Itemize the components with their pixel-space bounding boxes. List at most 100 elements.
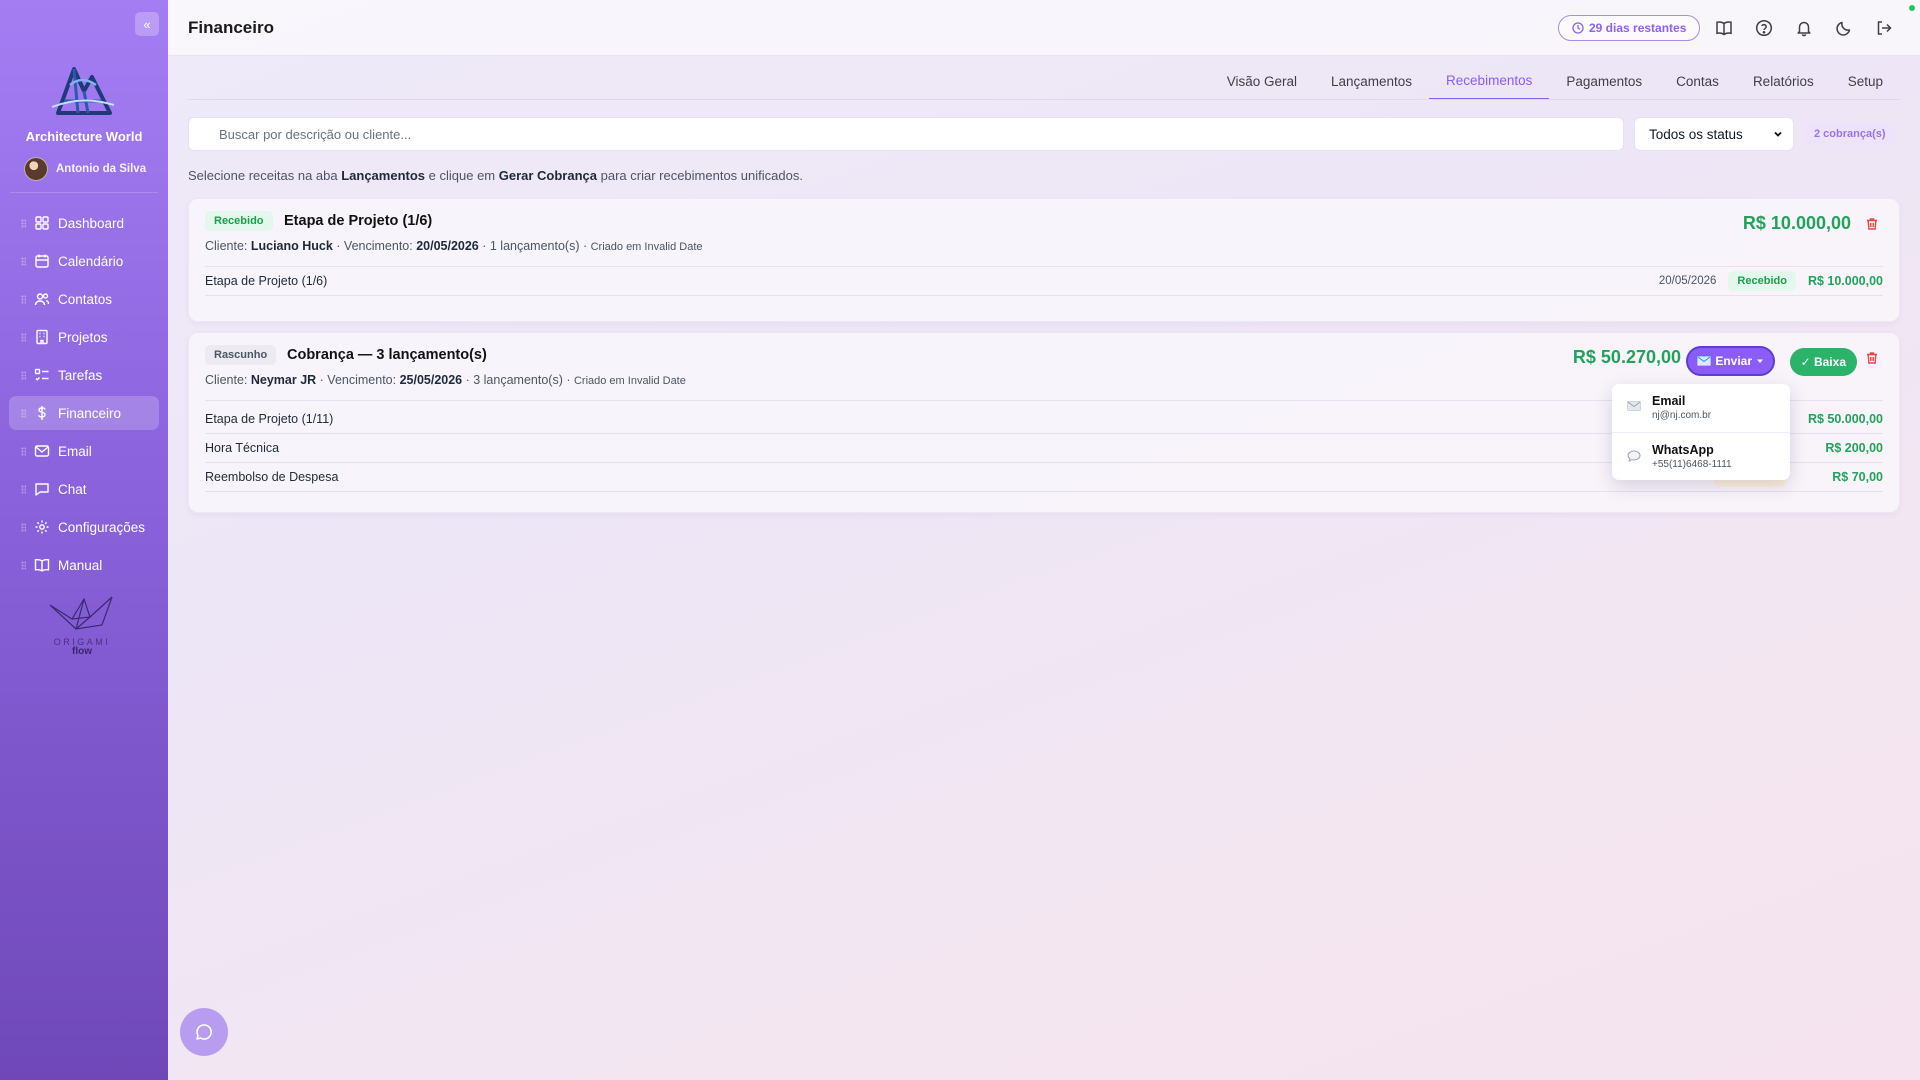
envelope-icon [1697, 356, 1712, 366]
hint-text: para criar recebimentos unificados. [597, 168, 803, 183]
send-via-email-option[interactable]: Email nj@nj.com.br [1612, 384, 1790, 432]
clock-icon [1572, 22, 1584, 34]
sidebar-item-tasks[interactable]: Tarefas [9, 358, 159, 392]
sidebar-item-chat[interactable]: Chat [9, 472, 159, 506]
tab-recebimentos[interactable]: Recebimentos [1429, 62, 1550, 100]
help-circle-icon [1755, 19, 1773, 37]
sidebar-item-label: Manual [58, 557, 103, 573]
client-name: Neymar JR [250, 373, 317, 387]
option-title: WhatsApp [1652, 443, 1714, 457]
sidebar-item-label: Contatos [58, 291, 113, 307]
client-label: Cliente: [205, 373, 251, 387]
drag-handle-icon[interactable] [21, 256, 26, 266]
drag-handle-icon[interactable] [21, 522, 26, 532]
book-icon [34, 557, 50, 573]
instructions-text: Selecione receitas na aba Lançamentos e … [188, 168, 803, 183]
chat-bubble-icon [194, 1022, 214, 1042]
moon-icon [1835, 19, 1853, 37]
sidebar-item-contacts[interactable]: Contatos [9, 282, 159, 316]
manual-button[interactable] [1713, 17, 1735, 39]
tasks-icon [34, 367, 50, 383]
user-profile[interactable]: Antonio da Silva [24, 157, 146, 181]
drag-handle-icon[interactable] [21, 218, 26, 228]
brand-subtitle: flow [72, 646, 92, 657]
status-filter-select[interactable]: Todos os status [1634, 117, 1794, 151]
sidebar-item-dashboard[interactable]: Dashboard [9, 206, 159, 240]
send-via-whatsapp-option[interactable]: WhatsApp +55(11)6468-1111 [1612, 432, 1790, 480]
line-amount: R$ 70,00 [1832, 470, 1883, 484]
send-charge-button[interactable]: Enviar [1686, 346, 1775, 376]
origami-flow-logo: ORIGAMI flow [46, 595, 118, 665]
chevron-down-icon [1773, 129, 1783, 139]
dollar-icon [34, 405, 50, 421]
tab-lancamentos[interactable]: Lançamentos [1314, 62, 1429, 100]
due-date: 20/05/2026 [416, 239, 479, 253]
sidebar-item-label: Financeiro [58, 405, 122, 421]
tabs-divider [188, 99, 1900, 100]
tab-pagamentos[interactable]: Pagamentos [1549, 62, 1659, 100]
hint-text: e clique em [425, 168, 499, 183]
sidebar-item-financeiro[interactable]: Financeiro [9, 396, 159, 430]
online-status-dot [1909, 5, 1915, 11]
sidebar-item-settings[interactable]: Configurações [9, 510, 159, 544]
caret-down-icon [1756, 357, 1764, 365]
drag-handle-icon[interactable] [21, 332, 26, 342]
trial-text: 29 dias restantes [1589, 21, 1687, 35]
projects-icon [34, 329, 50, 345]
drag-handle-icon[interactable] [21, 370, 26, 380]
dashboard-icon [34, 215, 50, 231]
search-input[interactable] [188, 117, 1624, 151]
notifications-button[interactable] [1793, 17, 1815, 39]
tab-visao-geral[interactable]: Visão Geral [1210, 62, 1314, 100]
chat-icon [34, 481, 50, 497]
drag-handle-icon[interactable] [21, 484, 26, 494]
due-label: · Vencimento: [316, 373, 400, 387]
delete-charge-button[interactable] [1865, 217, 1881, 233]
top-header: Financeiro 29 dias restantes [168, 0, 1920, 56]
drag-handle-icon[interactable] [21, 560, 26, 570]
entries-count: · 1 lançamento(s) · [478, 239, 591, 253]
avatar [24, 157, 48, 181]
organization-name: Architecture World [25, 129, 143, 144]
drag-handle-icon[interactable] [21, 446, 26, 456]
line-description: Etapa de Projeto (1/6) [205, 274, 328, 288]
line-amount: R$ 10.000,00 [1807, 274, 1883, 288]
sidebar-item-email[interactable]: Email [9, 434, 159, 468]
status-filter-value: Todos os status [1649, 126, 1743, 142]
sidebar-item-calendar[interactable]: Calendário [9, 244, 159, 278]
logout-button[interactable] [1873, 17, 1895, 39]
envelope-icon [1627, 401, 1641, 413]
mark-paid-button[interactable]: ✓ Baixa [1789, 348, 1857, 376]
line-date: 20/05/2026 [1658, 275, 1717, 287]
sidebar-item-projects[interactable]: Projetos [9, 320, 159, 354]
charge-title: Cobrança — 3 lançamento(s) [287, 347, 487, 363]
sidebar-item-manual[interactable]: Manual [9, 548, 159, 582]
tab-setup[interactable]: Setup [1831, 62, 1900, 100]
line-amount: R$ 200,00 [1825, 441, 1883, 455]
organization-logo [44, 55, 120, 121]
sidebar-item-label: Configurações [58, 519, 146, 535]
line-description: Hora Técnica [205, 441, 280, 455]
trash-icon [1867, 352, 1877, 364]
drag-handle-icon[interactable] [21, 294, 26, 304]
delete-charge-button[interactable] [1865, 351, 1881, 367]
mail-icon [34, 443, 50, 459]
sidebar-item-label: Projetos [58, 329, 108, 345]
send-label: Enviar [1715, 354, 1752, 368]
tab-contas[interactable]: Contas [1659, 62, 1736, 100]
charge-card: Recebido Etapa de Projeto (1/6) Cliente:… [188, 198, 1900, 322]
sidebar-item-label: Tarefas [58, 367, 103, 383]
calendar-icon [34, 253, 50, 269]
option-detail: nj@nj.com.br [1652, 410, 1712, 421]
collapse-sidebar-button[interactable]: « [135, 12, 159, 36]
chat-launcher-button[interactable] [180, 1008, 228, 1056]
theme-toggle-button[interactable] [1833, 17, 1855, 39]
help-button[interactable] [1753, 17, 1775, 39]
charges-count-badge: 2 cobrança(s) [1805, 123, 1895, 145]
drag-handle-icon[interactable] [21, 408, 26, 418]
charge-total: R$ 50.270,00 [1572, 347, 1681, 367]
trial-remaining-badge[interactable]: 29 dias restantes [1558, 15, 1701, 41]
due-label: · Vencimento: [332, 239, 417, 253]
tab-relatorios[interactable]: Relatórios [1736, 62, 1831, 100]
charge-details: Cliente: Neymar JR · Vencimento: 25/05/2… [205, 373, 686, 387]
